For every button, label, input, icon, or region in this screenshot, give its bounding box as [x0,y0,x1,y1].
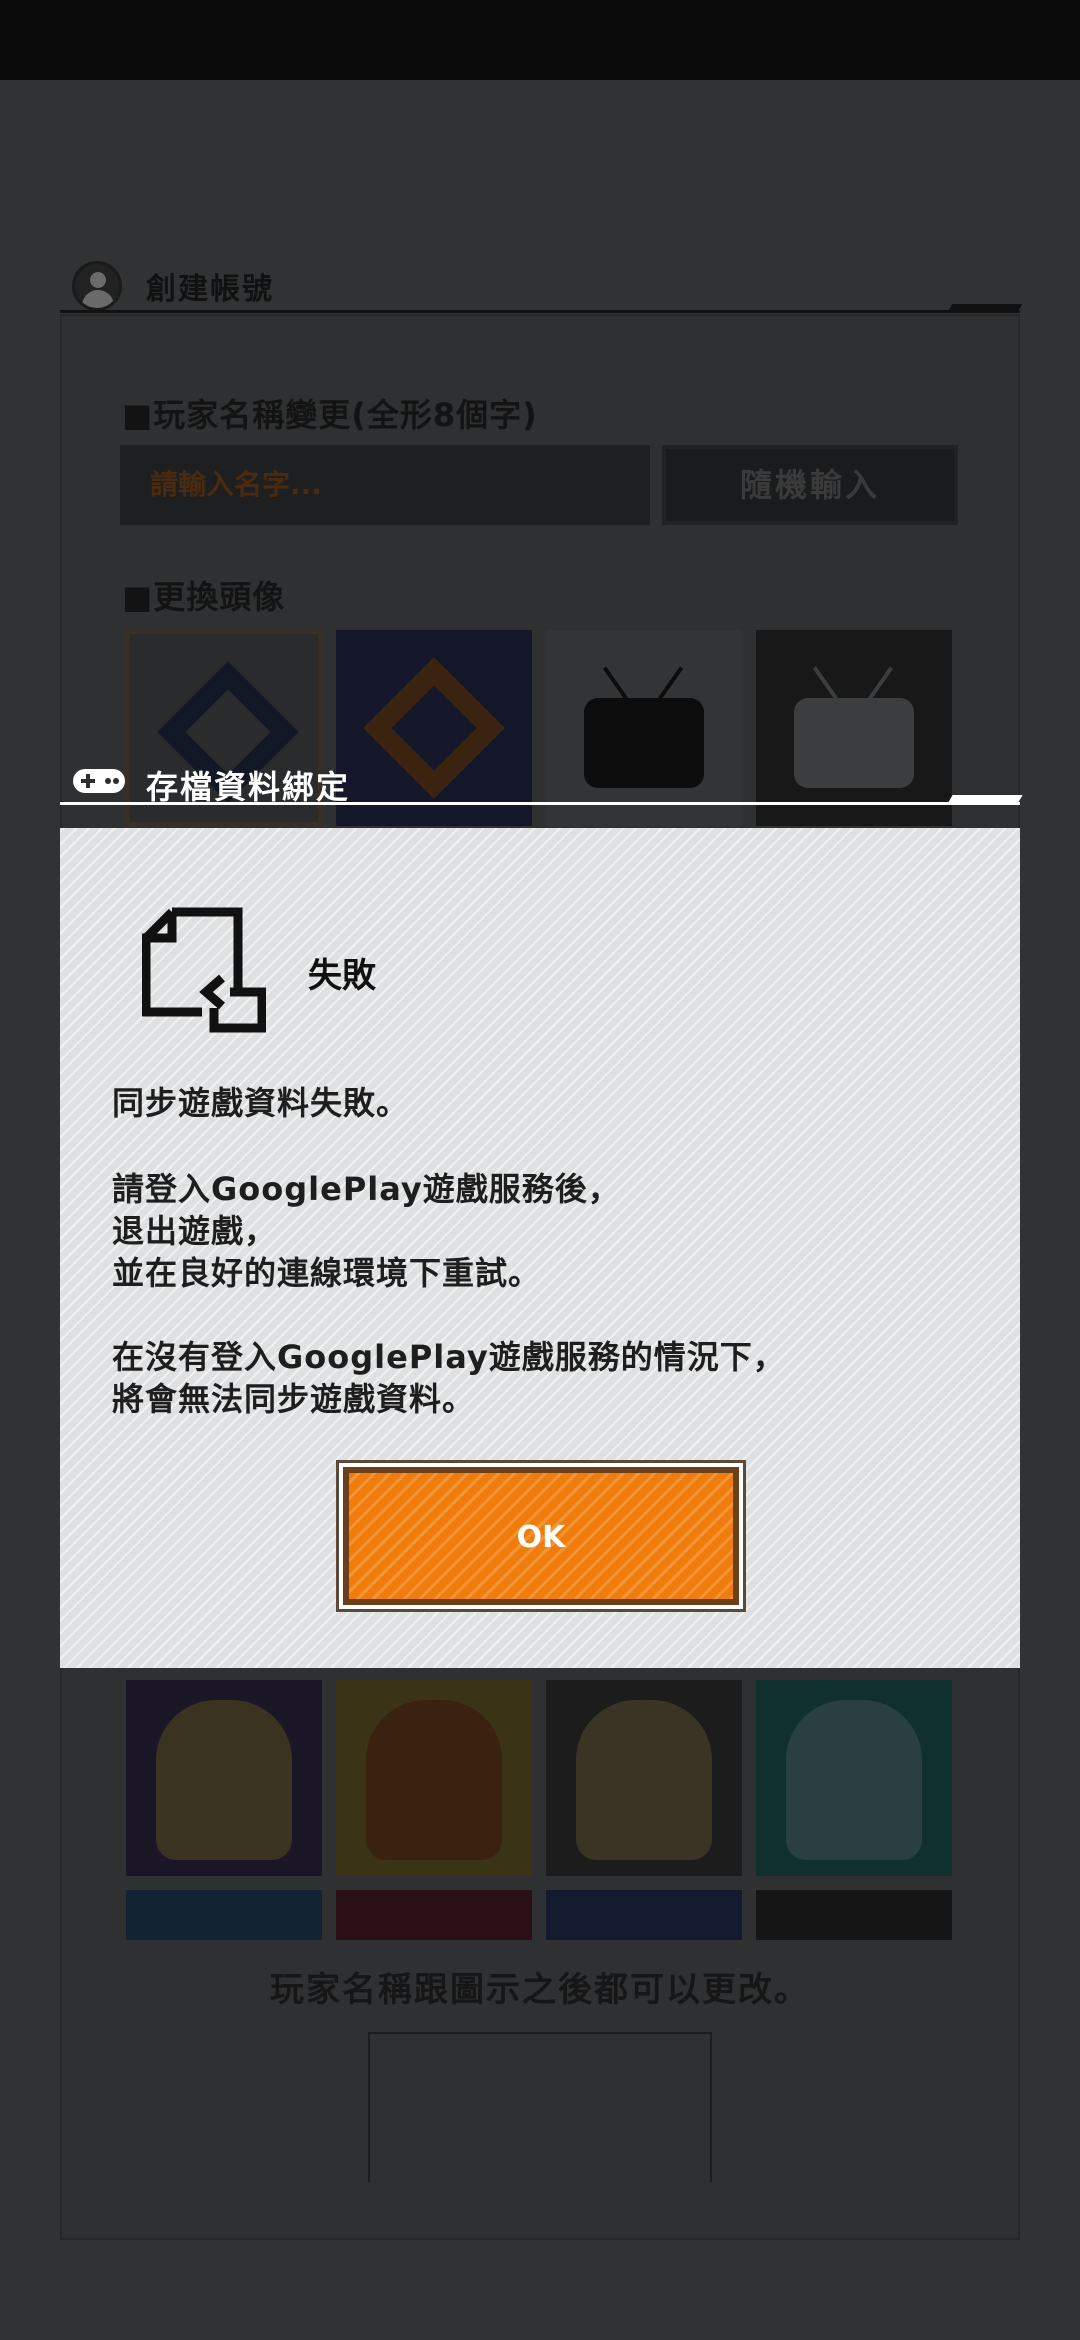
dialog-header-underline-tab [947,795,1023,804]
status-title: 失敗 [308,956,376,996]
header-underline [60,310,1020,313]
user-icon [72,261,122,311]
dialog-header-underline [60,802,1020,805]
message-line: 退出遊戲， [112,1212,278,1250]
dialog-header: 存檔資料綁定 [60,752,1023,812]
avatar-option[interactable] [336,1890,532,1940]
create-account-header: 創建帳號 [60,178,1023,314]
message-line: 請登入GooglePlay遊戲服務後， [112,1170,621,1208]
dialog-panel: 失敗 同步遊戲資料失敗。 請登入GooglePlay遊戲服務後， 退出遊戲， 並… [60,828,1020,1668]
header-underline-tab [947,304,1023,312]
message-line: 並在良好的連線環境下重試。 [112,1254,542,1292]
avatar-option[interactable] [336,1680,532,1876]
random-name-button[interactable]: 隨機輸入 [662,445,958,525]
avatar-option[interactable] [756,1890,952,1940]
character-portrait [786,1700,922,1860]
avatar-option[interactable] [546,1890,742,1940]
sync-fail-icon [142,907,266,1033]
avatar-option[interactable] [126,1890,322,1940]
character-portrait [366,1700,502,1860]
character-portrait [156,1700,292,1860]
gamepad-icon [73,769,125,793]
message-line: 將會無法同步遊戲資料。 [112,1380,476,1418]
character-portrait [576,1700,712,1860]
bottom-note: 玩家名稱跟圖示之後都可以更改。 [270,1970,810,2010]
avatar-option[interactable] [756,1680,952,1876]
avatar-option[interactable] [126,1680,322,1876]
message-line: 在沒有登入GooglePlay遊戲服務的情況下， [112,1338,786,1376]
message-line: 同步遊戲資料失敗。 [112,1084,410,1122]
player-name-section-label: ■玩家名稱變更(全形8個字) [122,396,538,434]
avatar-section-label: ■更換頭像 [122,578,286,616]
ok-button-frame: OK [336,1460,746,1612]
player-name-input[interactable]: 請輸入名字... [120,445,650,525]
ok-button[interactable]: OK [343,1467,739,1605]
status-bar [0,0,1080,80]
avatar-option[interactable] [546,1680,742,1876]
confirm-button-frame[interactable] [368,2032,712,2182]
create-account-title: 創建帳號 [146,272,274,307]
